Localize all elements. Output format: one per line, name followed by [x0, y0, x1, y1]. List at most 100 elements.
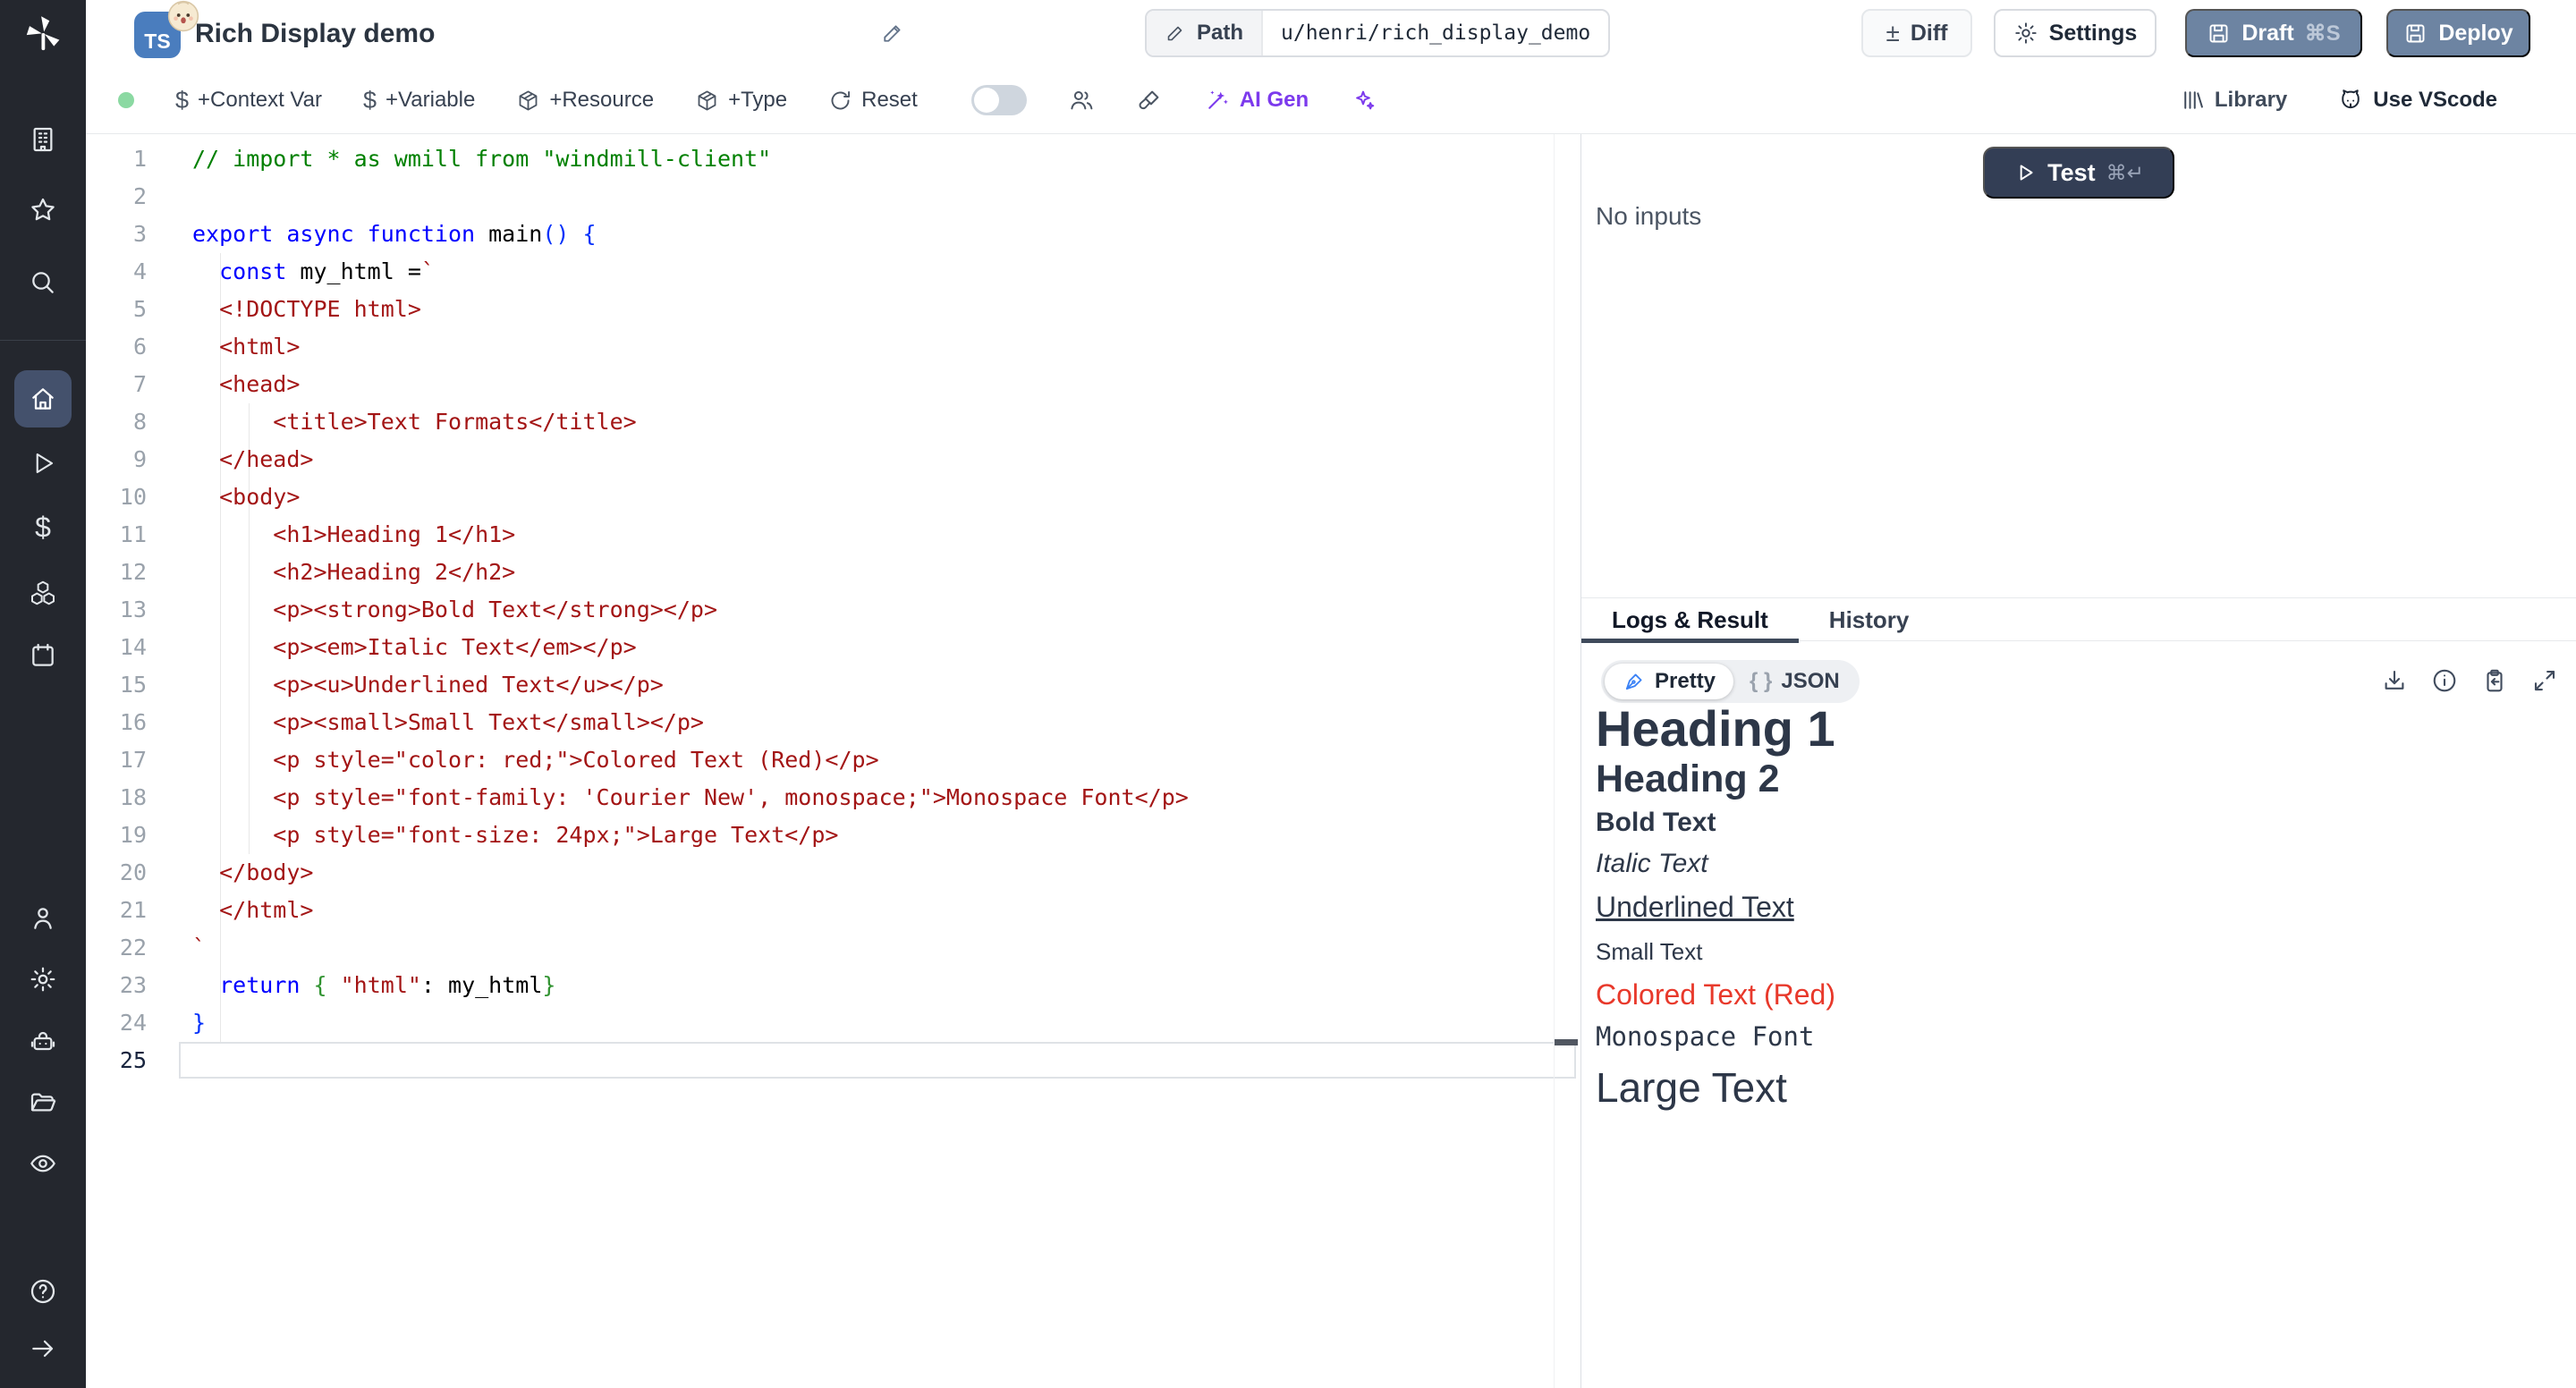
- package-icon: [516, 89, 540, 113]
- result-text-h2: Heading 2: [1596, 757, 1835, 801]
- line-number: 22: [86, 929, 147, 967]
- code-line[interactable]: const my_html =`: [192, 253, 1189, 291]
- code-line[interactable]: </body>: [192, 854, 1189, 892]
- code-line[interactable]: `: [192, 929, 1189, 967]
- result-text-underline: Underlined Text: [1596, 884, 1835, 929]
- pen-icon: [1623, 670, 1646, 693]
- line-number: 16: [86, 704, 147, 741]
- code-line[interactable]: export async function main() {: [192, 216, 1189, 253]
- overview-ruler-cursor-mark: [1555, 1039, 1578, 1045]
- use-vscode-button[interactable]: Use VScode: [2337, 87, 2497, 114]
- users-person-icon[interactable]: [29, 904, 57, 933]
- tab-history[interactable]: History: [1799, 598, 1940, 640]
- code-line[interactable]: <p><small>Small Text</small></p>: [192, 704, 1189, 741]
- add-type-button[interactable]: +Type: [695, 88, 787, 113]
- home-icon[interactable]: [29, 385, 57, 413]
- workspace-building-icon[interactable]: [29, 125, 57, 154]
- reset-button[interactable]: Reset: [828, 88, 918, 113]
- diff-mode-toggle[interactable]: [971, 85, 1027, 115]
- collapse-arrow-right-icon[interactable]: [29, 1334, 57, 1363]
- result-info-icon[interactable]: [2431, 667, 2458, 694]
- workers-robot-icon[interactable]: [29, 1028, 57, 1056]
- deploy-button[interactable]: Deploy: [2386, 9, 2530, 57]
- format-brush-button[interactable]: [1136, 87, 1163, 114]
- code-line[interactable]: [192, 1042, 1189, 1079]
- code-line[interactable]: <body>: [192, 478, 1189, 516]
- ai-sparkles-button[interactable]: [1350, 87, 1377, 114]
- line-number: 23: [86, 967, 147, 1004]
- favorites-star-icon[interactable]: [29, 196, 57, 224]
- result-text-small: Small Text: [1596, 929, 1835, 974]
- add-context-var-button[interactable]: $ +Context Var: [175, 87, 322, 114]
- line-number: 9: [86, 441, 147, 478]
- line-number: 2: [86, 178, 147, 216]
- run-panel: Test ⌘↵ No inputs Logs & Result History …: [1581, 134, 2576, 1388]
- edit-title-pencil-icon[interactable]: [880, 21, 905, 46]
- line-number: 15: [86, 666, 147, 704]
- code-line[interactable]: <h2>Heading 2</h2>: [192, 554, 1189, 591]
- path-value[interactable]: u/henri/rich_display_demo: [1263, 11, 1608, 55]
- search-icon[interactable]: [29, 268, 57, 297]
- diff-button[interactable]: ± Diff: [1861, 9, 1972, 57]
- settings-button[interactable]: Settings: [1994, 9, 2157, 57]
- code-line[interactable]: <h1>Heading 1</h1>: [192, 516, 1189, 554]
- multiplayer-users-button[interactable]: [1068, 87, 1095, 114]
- test-button[interactable]: Test ⌘↵: [1983, 147, 2174, 199]
- help-icon[interactable]: [29, 1277, 57, 1306]
- code-line[interactable]: <head>: [192, 366, 1189, 403]
- library-button[interactable]: Library: [2181, 88, 2287, 113]
- variables-dollar-icon[interactable]: $: [35, 512, 51, 545]
- path-label: Path: [1197, 21, 1243, 46]
- windmill-logo-icon[interactable]: [22, 13, 64, 54]
- code-editor[interactable]: 1234567891011121314151617181920212223242…: [86, 134, 1580, 1388]
- path-field[interactable]: Path u/henri/rich_display_demo: [1145, 9, 1610, 57]
- code-line[interactable]: <p style="color: red;">Colored Text (Red…: [192, 741, 1189, 779]
- runs-play-icon[interactable]: [30, 450, 56, 477]
- line-number: 10: [86, 478, 147, 516]
- save-icon: [2207, 21, 2231, 46]
- code-line[interactable]: <p><em>Italic Text</em></p>: [192, 629, 1189, 666]
- code-line[interactable]: <!DOCTYPE html>: [192, 291, 1189, 328]
- path-label-segment[interactable]: Path: [1147, 11, 1263, 55]
- ai-gen-button[interactable]: AI Gen: [1204, 87, 1309, 114]
- code-content[interactable]: // import * as wmill from "windmill-clie…: [192, 140, 1189, 1079]
- code-line[interactable]: <p style="font-size: 24px;">Large Text</…: [192, 817, 1189, 854]
- code-line[interactable]: [192, 178, 1189, 216]
- line-number: 17: [86, 741, 147, 779]
- page-title: Rich Display demo: [195, 0, 435, 67]
- line-number: 11: [86, 516, 147, 554]
- add-resource-button[interactable]: +Resource: [516, 88, 654, 113]
- add-variable-button[interactable]: $ +Variable: [363, 87, 475, 114]
- pencil-icon: [1165, 22, 1186, 44]
- code-line[interactable]: <title>Text Formats</title>: [192, 403, 1189, 441]
- schedules-calendar-icon[interactable]: [29, 641, 57, 670]
- code-line[interactable]: }: [192, 1004, 1189, 1042]
- audit-eye-icon[interactable]: [29, 1149, 57, 1178]
- code-line[interactable]: <p><strong>Bold Text</strong></p>: [192, 591, 1189, 629]
- line-number-gutter: 1234567891011121314151617181920212223242…: [86, 140, 147, 1079]
- toggle-knob: [974, 88, 999, 113]
- resources-cubes-icon[interactable]: [29, 579, 57, 607]
- pretty-view-button[interactable]: Pretty: [1605, 664, 1733, 699]
- json-view-button[interactable]: { } JSON: [1733, 664, 1856, 699]
- code-line[interactable]: <p><u>Underlined Text</u></p>: [192, 666, 1189, 704]
- result-text-red: Colored Text (Red): [1596, 974, 1835, 1015]
- tab-logs-result[interactable]: Logs & Result: [1581, 598, 1799, 640]
- download-result-icon[interactable]: [2381, 667, 2408, 694]
- code-line[interactable]: <p style="font-family: 'Courier New', mo…: [192, 779, 1189, 817]
- line-number: 6: [86, 328, 147, 366]
- save-icon: [2403, 21, 2428, 46]
- save-draft-button[interactable]: Draft ⌘S: [2185, 9, 2362, 57]
- no-inputs-text: No inputs: [1596, 202, 1701, 231]
- dollar-icon: $: [175, 87, 189, 114]
- code-line[interactable]: </html>: [192, 892, 1189, 929]
- code-line[interactable]: </head>: [192, 441, 1189, 478]
- code-line[interactable]: // import * as wmill from "windmill-clie…: [192, 140, 1189, 178]
- copy-clipboard-icon[interactable]: [2481, 667, 2508, 694]
- settings-gear-icon[interactable]: [29, 965, 57, 994]
- code-line[interactable]: return { "html": my_html}: [192, 967, 1189, 1004]
- play-icon: [2013, 161, 2037, 184]
- code-line[interactable]: <html>: [192, 328, 1189, 366]
- expand-result-icon[interactable]: [2531, 667, 2558, 694]
- folders-icon[interactable]: [29, 1088, 57, 1117]
